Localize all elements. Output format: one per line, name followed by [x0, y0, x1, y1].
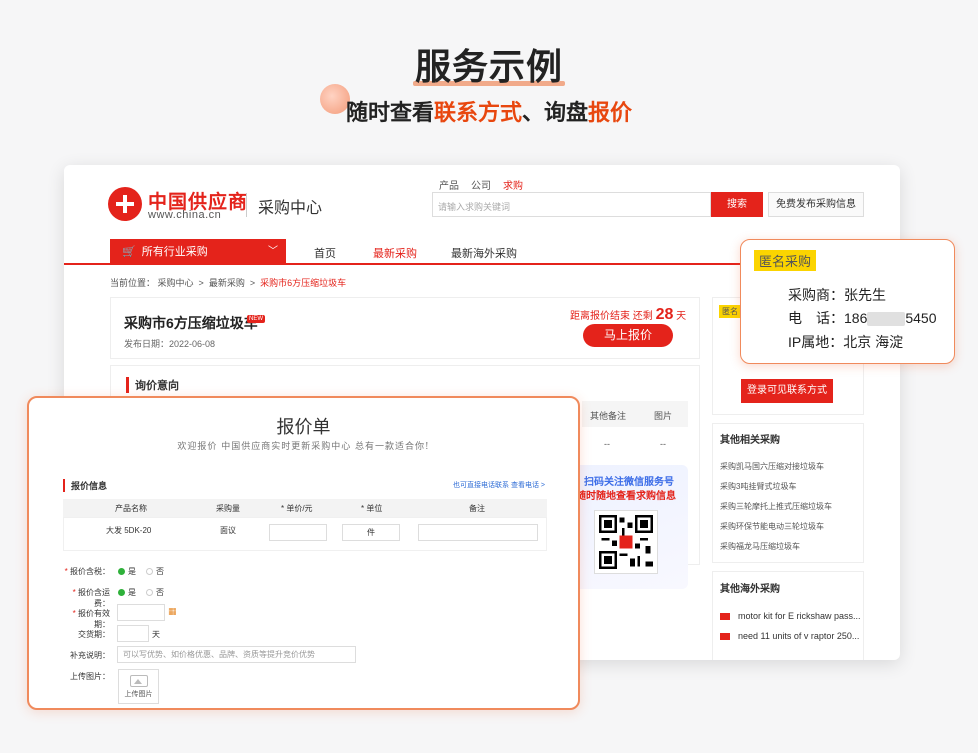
buyer-name: 张先生: [844, 287, 886, 303]
quote-now-button[interactable]: 马上报价: [583, 324, 673, 347]
tax-no-radio[interactable]: 否: [146, 566, 164, 577]
search-button[interactable]: 搜索: [711, 192, 763, 217]
hero-subtitle: 随时查看联系方式、询盘报价: [345, 100, 633, 125]
divider: [246, 193, 247, 217]
form-title: 报价单: [276, 417, 331, 437]
form-subtitle: 欢迎报价 中国供应商实时更新采购中心 总有一款适合你!: [177, 442, 430, 452]
unit-price-input[interactable]: [269, 524, 327, 541]
overseas-item[interactable]: need 11 units of v raptor 250...: [738, 631, 859, 641]
breadcrumb: 当前位置： 采购中心 > 最新采购 > 采购市6方压缩垃圾车: [110, 278, 347, 288]
upload-image-button[interactable]: 上传图片: [118, 669, 159, 704]
note-input[interactable]: 可以写优势、如价格优惠、品牌、资质等提升竞价优势: [117, 646, 356, 663]
masked-digits: [867, 312, 906, 327]
validity-date-input[interactable]: [117, 604, 165, 621]
related-item[interactable]: 采购3吨挂臂式垃圾车: [720, 481, 796, 492]
quote-table-row: 大发 5DK-20 面议 件: [63, 517, 547, 551]
hero-title: 服务示例: [0, 38, 978, 90]
category-dropdown[interactable]: 🛒 所有行业采购 ﹀: [110, 239, 286, 265]
breadcrumb-item[interactable]: 最新采购: [209, 278, 245, 288]
delivery-label: 交货期：: [78, 630, 110, 639]
calendar-icon[interactable]: ▦: [168, 606, 177, 617]
image-icon: [129, 675, 148, 687]
search-tabs: 产品 公司 求购: [439, 177, 535, 192]
new-badge: NEW: [247, 315, 265, 323]
related-item[interactable]: 采购凯马国六压缩对接垃圾车: [720, 461, 824, 472]
publish-button[interactable]: 免费发布采购信息: [768, 192, 864, 217]
breadcrumb-item[interactable]: 采购中心: [158, 278, 194, 288]
wechat-line1: 扫码关注微信服务号: [584, 477, 674, 488]
cart-icon: 🛒: [122, 246, 136, 258]
overseas-title: 其他海外采购: [720, 584, 780, 595]
section-title: 报价信息: [63, 479, 107, 492]
search-tab-product[interactable]: 产品: [439, 181, 459, 192]
tax-label: * 报价含税：: [64, 567, 110, 576]
related-title: 其他相关采购: [720, 435, 780, 446]
shipping-label: * 报价含运费：: [72, 588, 110, 608]
nav-overseas[interactable]: 最新海外采购: [451, 245, 517, 261]
intent-table-header: 其他备注 图片: [582, 401, 688, 427]
search-tab-company[interactable]: 公司: [471, 181, 491, 192]
qr-code-icon: [594, 510, 658, 574]
center-title: 采购中心: [258, 200, 323, 217]
flag-icon: [720, 633, 730, 640]
note-label: 补充说明：: [70, 651, 110, 660]
breadcrumb-current: 采购市6方压缩垃圾车: [260, 278, 347, 288]
view-phone-link[interactable]: 也可直接电话联系 查看电话 >: [453, 480, 545, 490]
shipping-yes-radio[interactable]: 是: [118, 587, 136, 598]
product-title: 采购市6方压缩垃圾车: [124, 315, 258, 331]
remark-input[interactable]: [418, 524, 538, 541]
deadline: 距离报价结束 还剩 28 天: [570, 306, 687, 323]
intent-title: 询价意向: [126, 377, 179, 393]
purchase-qty: 面议: [220, 526, 236, 535]
intent-table-row: -- --: [604, 439, 666, 449]
phone-row: 电 话：186 5450: [788, 310, 937, 327]
publish-date: 发布日期：2022-06-08: [124, 339, 216, 349]
search-tab-purchase[interactable]: 求购: [503, 181, 523, 192]
buyer-row: 采购商：张先生: [788, 287, 886, 303]
nav-latest[interactable]: 最新采购: [373, 245, 417, 261]
related-item[interactable]: 采购环保节能电动三轮垃圾车: [720, 521, 824, 532]
unit-select[interactable]: 件: [342, 524, 400, 541]
related-item[interactable]: 采购福龙马压缩垃圾车: [720, 541, 800, 552]
anonymous-badge: 匿名: [719, 305, 741, 318]
upload-label: 上传图片：: [70, 672, 110, 681]
related-item[interactable]: 采购三轮摩托上推式压缩垃圾车: [720, 501, 832, 512]
anonymous-purchase-badge: 匿名采购: [754, 250, 817, 271]
nav-home[interactable]: 首页: [314, 245, 336, 261]
shipping-no-radio[interactable]: 否: [146, 587, 164, 598]
search-input[interactable]: 请输入求购关键词: [432, 192, 711, 217]
delivery-unit: 天: [152, 630, 160, 639]
validity-label: * 报价有效期：: [72, 609, 110, 629]
delivery-days-input[interactable]: [117, 625, 149, 642]
product-name: 大发 5DK-20: [106, 526, 152, 535]
logo-icon[interactable]: [108, 187, 142, 221]
login-to-view-button[interactable]: 登录可见联系方式: [741, 379, 833, 403]
logo-url: www.china.cn: [148, 209, 222, 221]
ip-row: IP属地：北京 海淀: [788, 334, 904, 350]
wechat-line2: 随时随地查看求购信息: [576, 491, 676, 502]
chevron-down-icon: ﹀: [268, 246, 278, 257]
quote-table-header: 产品名称 采购量 * 单价/元 * 单位 备注: [63, 499, 547, 517]
tax-yes-radio[interactable]: 是: [118, 566, 136, 577]
overseas-item[interactable]: motor kit for E rickshaw pass...: [738, 611, 861, 621]
flag-icon: [720, 613, 730, 620]
